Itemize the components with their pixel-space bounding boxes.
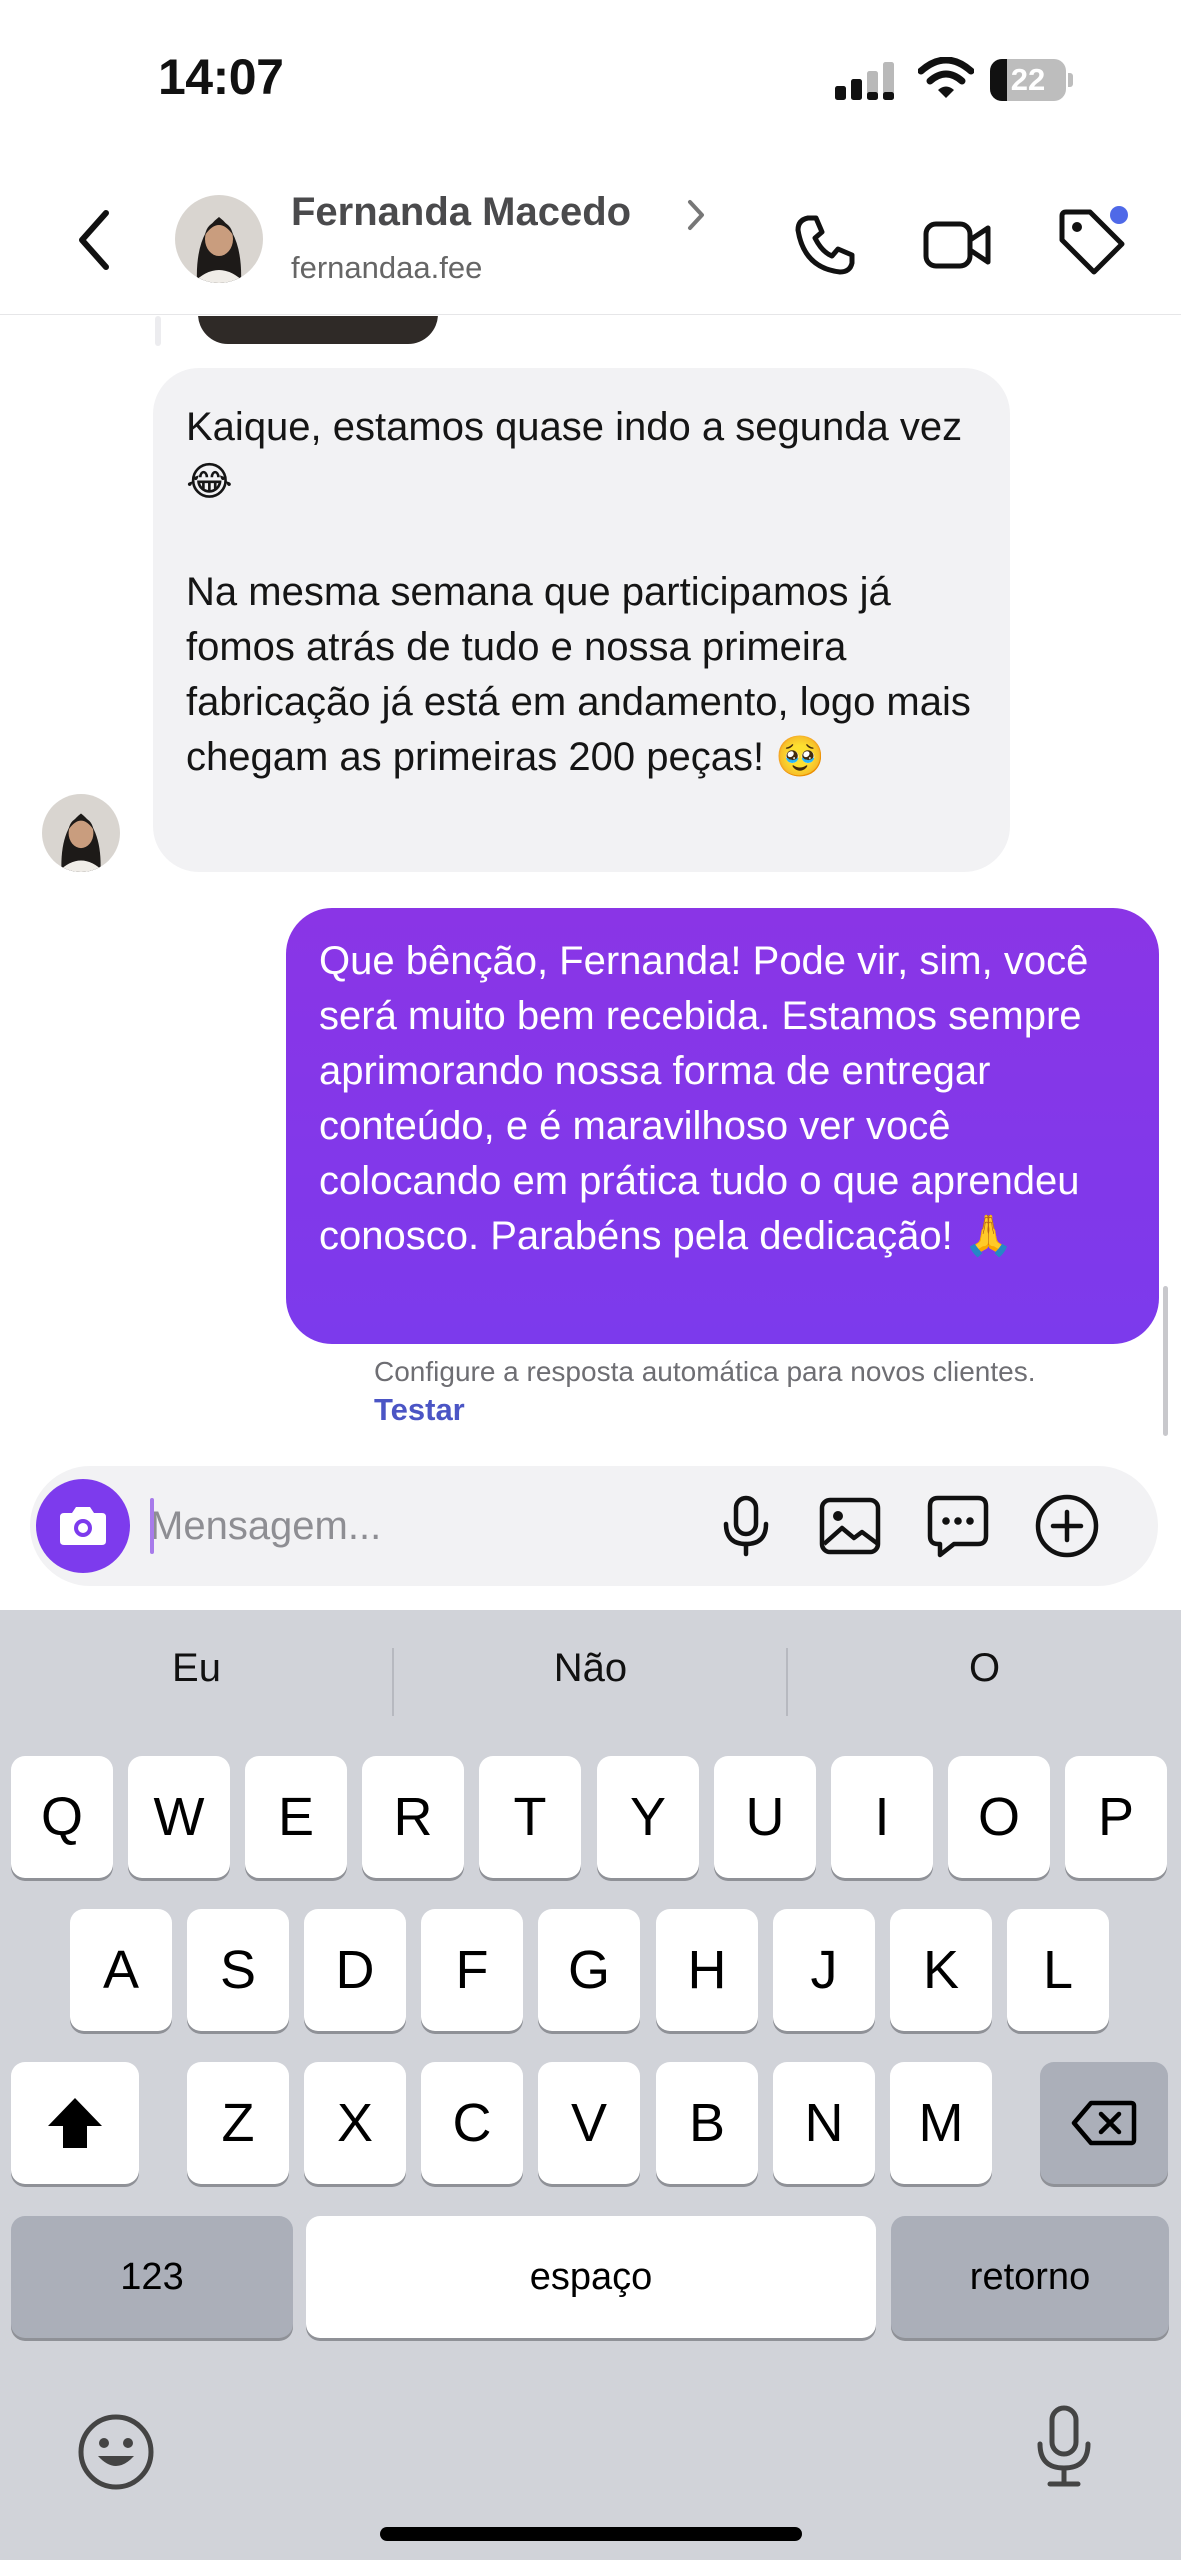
status-bar: 14:07 22 [0, 0, 1181, 150]
home-indicator[interactable] [380, 2527, 802, 2541]
battery-icon: 22 [990, 59, 1074, 101]
outgoing-message[interactable]: Que bênção, Fernanda! Pode vir, sim, voc… [286, 908, 1159, 1344]
message-composer [30, 1466, 1158, 1586]
contact-username: fernandaa.fee [291, 250, 483, 285]
key-h[interactable]: H [656, 1909, 758, 2031]
backspace-icon [1071, 2100, 1137, 2146]
space-key[interactable]: espaço [306, 2216, 876, 2338]
microphone-icon[interactable] [714, 1494, 778, 1558]
status-time: 14:07 [158, 49, 284, 105]
key-c[interactable]: C [421, 2062, 523, 2184]
message-input[interactable] [150, 1488, 710, 1564]
backspace-key[interactable] [1040, 2062, 1168, 2184]
numbers-key[interactable]: 123 [11, 2216, 293, 2338]
key-q[interactable]: Q [11, 1756, 113, 1878]
shift-key[interactable] [11, 2062, 139, 2184]
key-a[interactable]: A [70, 1909, 172, 2031]
camera-button[interactable] [36, 1479, 130, 1573]
video-icon[interactable] [922, 212, 992, 278]
shift-icon [48, 2098, 102, 2148]
camera-icon [60, 1507, 106, 1545]
incoming-message[interactable]: Kaique, estamos quase indo a segunda vez… [153, 368, 1010, 872]
key-v[interactable]: V [538, 2062, 640, 2184]
key-l[interactable]: L [1007, 1909, 1109, 2031]
suggestion-3[interactable]: O [788, 1646, 1181, 1691]
key-n[interactable]: N [773, 2062, 875, 2184]
scrollbar[interactable] [1163, 1286, 1168, 1436]
signal-icon [835, 62, 894, 100]
tag-button[interactable] [1056, 206, 1128, 278]
key-e[interactable]: E [245, 1756, 347, 1878]
key-k[interactable]: K [890, 1909, 992, 2031]
auto-reply-hint: Configure a resposta automática para nov… [374, 1356, 1036, 1387]
thread-line [155, 316, 161, 346]
key-o[interactable]: O [948, 1756, 1050, 1878]
avatar[interactable] [175, 195, 263, 283]
chat-header: Fernanda Macedo fernandaa.fee [0, 150, 1181, 315]
phone-icon[interactable] [792, 212, 858, 278]
gallery-icon[interactable] [816, 1494, 884, 1558]
key-t[interactable]: T [479, 1756, 581, 1878]
key-r[interactable]: R [362, 1756, 464, 1878]
plus-icon[interactable] [1033, 1492, 1101, 1560]
back-icon[interactable] [70, 205, 120, 275]
return-key[interactable]: retorno [891, 2216, 1169, 2338]
key-i[interactable]: I [831, 1756, 933, 1878]
previous-attachment[interactable] [198, 316, 438, 344]
dictation-icon[interactable] [1034, 2404, 1094, 2490]
key-b[interactable]: B [656, 2062, 758, 2184]
key-m[interactable]: M [890, 2062, 992, 2184]
auto-reply-test-link[interactable]: Testar [374, 1392, 465, 1428]
key-x[interactable]: X [304, 2062, 406, 2184]
key-d[interactable]: D [304, 1909, 406, 2031]
key-g[interactable]: G [538, 1909, 640, 2031]
battery-level: 22 [1010, 62, 1046, 97]
key-y[interactable]: Y [597, 1756, 699, 1878]
key-p[interactable]: P [1065, 1756, 1167, 1878]
quick-reply-icon[interactable] [924, 1492, 992, 1560]
suggestion-1[interactable]: Eu [0, 1646, 393, 1691]
emoji-icon[interactable] [74, 2410, 158, 2494]
key-u[interactable]: U [714, 1756, 816, 1878]
suggestion-2[interactable]: Não [394, 1646, 787, 1691]
suggestion-bar: Eu Não O [0, 1610, 1181, 1740]
key-s[interactable]: S [187, 1909, 289, 2031]
key-w[interactable]: W [128, 1756, 230, 1878]
contact-name[interactable]: Fernanda Macedo [291, 190, 631, 235]
message-list[interactable]: Kaique, estamos quase indo a segunda vez… [0, 316, 1181, 1462]
key-z[interactable]: Z [187, 2062, 289, 2184]
text-cursor [150, 1498, 154, 1554]
wifi-icon [918, 57, 974, 98]
keyboard: Eu Não O Q W E R T Y U I O P A S D F G H… [0, 1610, 1181, 2560]
key-j[interactable]: J [773, 1909, 875, 2031]
notification-dot [1110, 206, 1128, 224]
key-f[interactable]: F [421, 1909, 523, 2031]
chevron-right-icon[interactable] [686, 198, 706, 232]
avatar[interactable] [42, 794, 120, 872]
